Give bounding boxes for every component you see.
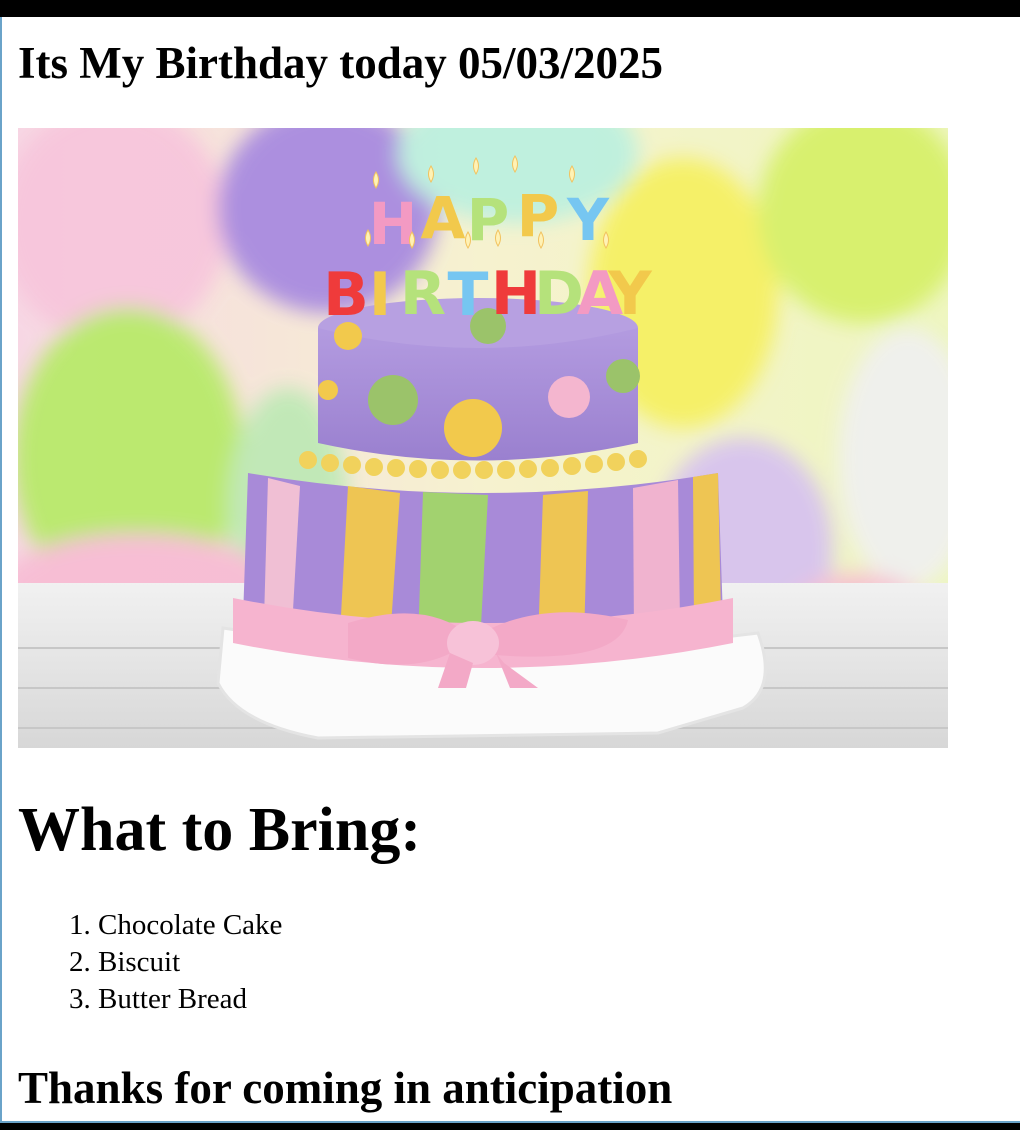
svg-text:P: P xyxy=(467,186,510,254)
svg-text:A: A xyxy=(421,184,466,252)
svg-text:H: H xyxy=(369,190,418,258)
svg-text:Y: Y xyxy=(607,259,653,329)
list-item: Biscuit xyxy=(98,944,282,981)
page-title: Its My Birthday today 05/03/2025 xyxy=(18,38,664,88)
svg-text:Y: Y xyxy=(566,186,610,254)
thanks-heading: Thanks for coming in anticipation xyxy=(18,1063,673,1113)
svg-text:R: R xyxy=(400,259,446,329)
svg-text:B: B xyxy=(323,260,369,330)
window-left-edge xyxy=(0,17,2,1123)
cake-illustration: H A P P Y B I R T H D A Y xyxy=(18,128,948,748)
what-to-bring-heading: What to Bring: xyxy=(18,796,421,864)
window-top-bar xyxy=(0,0,1020,17)
svg-text:I: I xyxy=(369,260,391,330)
bring-list: Chocolate Cake Biscuit Butter Bread xyxy=(18,907,282,1018)
page-content: Its My Birthday today 05/03/2025 H A P P… xyxy=(18,17,1008,1113)
list-item: Butter Bread xyxy=(98,981,282,1018)
birthday-cake-image: H A P P Y B I R T H D A Y xyxy=(18,128,948,748)
list-item: Chocolate Cake xyxy=(98,907,282,944)
window-bottom-bar xyxy=(0,1121,1020,1130)
svg-text:T: T xyxy=(448,260,489,330)
